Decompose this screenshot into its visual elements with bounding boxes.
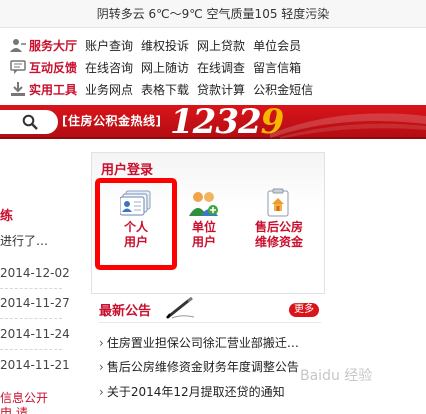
divider: [0, 349, 62, 350]
news-heading[interactable]: 练: [0, 205, 13, 224]
link-loan-calculator[interactable]: 贷款计算: [197, 83, 245, 97]
news-date: 2014-11-27: [0, 296, 70, 310]
tile-label: 单位: [191, 220, 216, 234]
link-online-consult[interactable]: 在线咨询: [85, 61, 133, 75]
info-apply-link[interactable]: 申 请: [0, 404, 28, 414]
divider: [0, 288, 62, 289]
link-online-survey[interactable]: 在线调查: [197, 61, 245, 75]
link-unit-member[interactable]: 单位会员: [253, 39, 301, 53]
users-add-icon: [189, 192, 218, 216]
category-feedback: 互动反馈: [29, 61, 78, 75]
person-icon: [10, 39, 26, 52]
download-icon: [11, 82, 25, 96]
more-button[interactable]: 更多: [289, 303, 319, 317]
search-icon[interactable]: [22, 114, 38, 130]
tile-label: 用户: [191, 235, 216, 249]
pen-icon: [166, 297, 195, 319]
category-tools: 实用工具: [29, 83, 78, 97]
announcement-item[interactable]: 住房置业担保公司徐汇营业部搬迁…: [99, 334, 299, 351]
link-form-download[interactable]: 表格下载: [141, 83, 189, 97]
link-message-box[interactable]: 留言信箱: [253, 61, 301, 75]
baidu-watermark: Baidu 经验: [300, 368, 373, 384]
link-online-loan[interactable]: 网上贷款: [197, 39, 245, 53]
service-row-hall: 服务大厅 账户查询 维权投诉 网上贷款 单位会员: [10, 36, 309, 56]
highlight-box: [95, 178, 177, 270]
login-title: 用户登录: [101, 163, 154, 178]
chat-icon: [10, 60, 26, 74]
announcement-item[interactable]: 关于2014年12月提取还贷的通知: [99, 383, 285, 400]
tile-label: 售后公房: [254, 220, 303, 234]
divider: [99, 322, 321, 323]
news-date: 2014-11-24: [0, 327, 70, 341]
announcement-item[interactable]: 售后公房维修资金财务年度调整公告: [99, 358, 299, 375]
link-online-followup[interactable]: 网上随访: [141, 61, 189, 75]
unit-user-button[interactable]: 单位 用户: [184, 190, 224, 250]
link-fund-sms[interactable]: 公积金短信: [253, 83, 313, 97]
service-row-tools: 实用工具 业务网点 表格下载 贷款计算 公积金短信: [10, 80, 321, 100]
tile-label: 维修资金: [254, 235, 303, 249]
news-date: 2014-12-02: [0, 266, 70, 280]
hotline-label: [住房公积金热线]: [62, 114, 162, 128]
link-branches[interactable]: 业务网点: [85, 83, 133, 97]
public-housing-fund-button[interactable]: 售后公房 维修资金: [248, 188, 310, 250]
search-box[interactable]: [0, 110, 58, 134]
news-date: 2014-11-21: [0, 358, 70, 372]
link-account-query[interactable]: 账户查询: [85, 39, 133, 53]
service-row-feedback: 互动反馈 在线咨询 网上随访 在线调查 留言信箱: [10, 58, 309, 78]
announcements-title: 最新公告: [99, 304, 152, 319]
news-summary[interactable]: 进行了…: [0, 232, 48, 249]
category-service-hall: 服务大厅: [29, 39, 78, 53]
divider: [0, 318, 62, 319]
house-icon: [267, 188, 289, 217]
banner-swoosh-graphic: [270, 113, 426, 139]
link-complaint[interactable]: 维权投诉: [141, 39, 189, 53]
weather-bar: 阴转多云 6℃～9℃ 空气质量105 轻度污染: [0, 0, 426, 28]
